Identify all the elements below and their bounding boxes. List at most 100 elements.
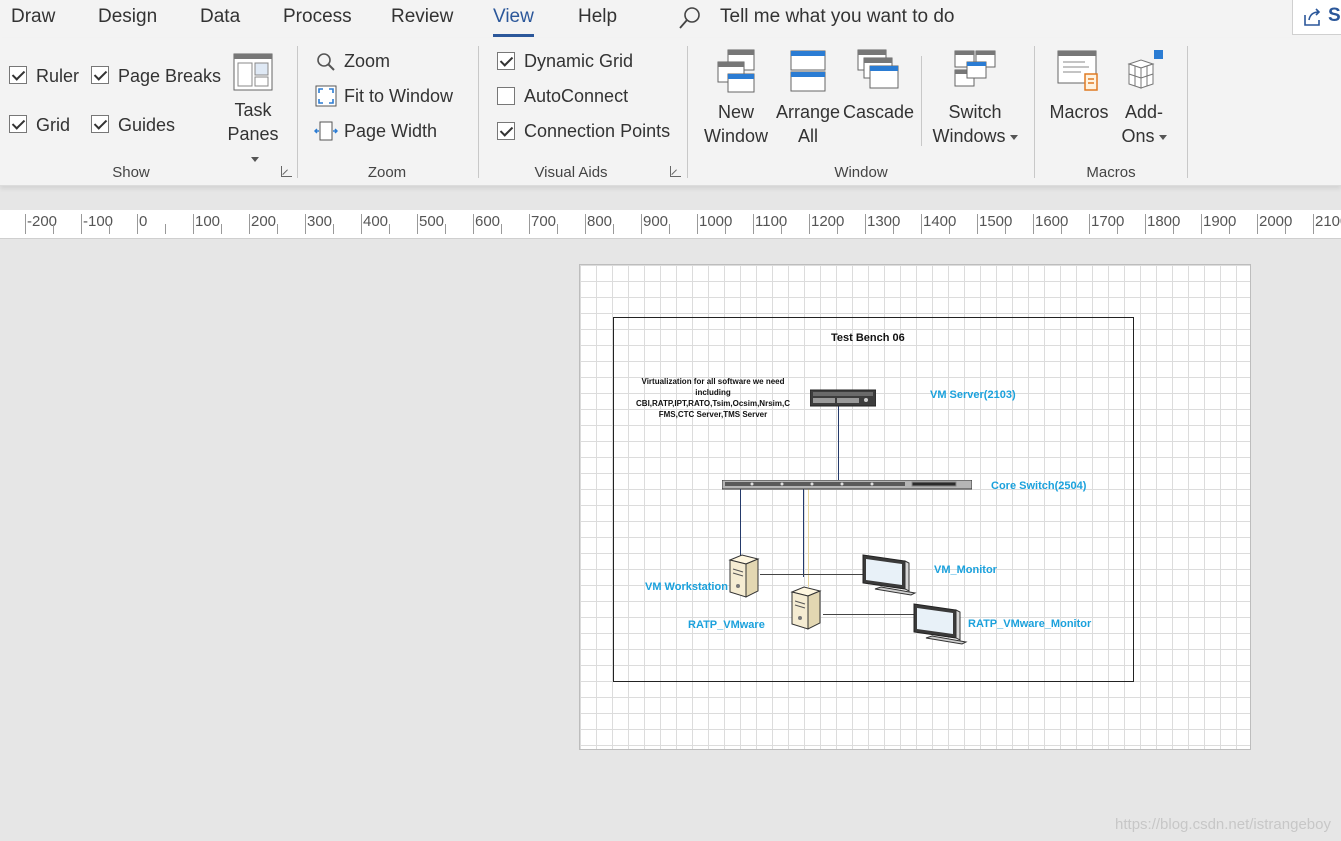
ruler-minor-tick [277, 224, 278, 234]
server-tower-icon[interactable] [788, 586, 822, 630]
page-breaks-checkbox[interactable] [91, 66, 109, 84]
diagram-title[interactable]: Test Bench 06 [831, 332, 905, 344]
diagram-description[interactable]: Virtualization for all software we need … [630, 376, 796, 420]
ruler-tick [921, 214, 922, 234]
ruler-minor-tick [221, 224, 222, 234]
vm-server-label[interactable]: VM Server(2103) [930, 389, 1016, 401]
core-switch-label[interactable]: Core Switch(2504) [991, 480, 1086, 492]
dynamic-grid-label: Dynamic Grid [524, 51, 634, 71]
arrange-all-line2: All [797, 126, 818, 146]
switch-windows-line1: Switch [948, 102, 1002, 122]
zoom-button[interactable]: Zoom [344, 51, 390, 72]
ruler-minor-tick [1285, 224, 1286, 234]
ratp-vmware-label[interactable]: RATP_VMware [688, 619, 765, 631]
ratp-vmware-monitor-label[interactable]: RATP_VMware_Monitor [968, 618, 1091, 630]
guides-checkbox[interactable] [91, 115, 109, 133]
ruler-label: 600 [475, 213, 501, 230]
switch-windows-line2-wrap: Windows [928, 124, 1022, 148]
search-icon [679, 7, 700, 29]
tab-design[interactable]: Design [98, 6, 157, 28]
tab-draw[interactable]: Draw [11, 6, 55, 28]
ruler-tick [25, 214, 26, 234]
watermark: https://blog.csdn.net/istrangeboy [1115, 816, 1331, 833]
ruler-minor-tick [1117, 224, 1118, 234]
ruler-tick [641, 214, 642, 234]
vm-workstation-label[interactable]: VM Workstation [645, 581, 728, 593]
vm-monitor-label[interactable]: VM_Monitor [934, 564, 997, 576]
dropdown-caret-icon [1009, 134, 1018, 140]
ruler-minor-tick [893, 224, 894, 234]
tab-help[interactable]: Help [578, 6, 617, 28]
rack-server-icon[interactable] [810, 389, 876, 407]
page-width-icon[interactable] [314, 121, 338, 141]
tell-me-text: Tell me what you want to do [720, 6, 955, 27]
ruler-tick [585, 214, 586, 234]
active-tab-underline [493, 34, 534, 37]
ruler-tick [137, 214, 138, 234]
new-window-icon [717, 49, 755, 93]
page-width-button[interactable]: Page Width [344, 121, 437, 142]
cascade-icon [857, 49, 899, 89]
server-switch-link [838, 403, 839, 481]
switch-windows-button[interactable]: Switch Windows [928, 48, 1022, 148]
new-window-line1: New [717, 102, 754, 122]
ruler-tick [865, 214, 866, 234]
ruler-tick [1145, 214, 1146, 234]
ruler-label: 2100 [1315, 213, 1341, 230]
ribbon: Ruler Page Breaks Grid Guides Task Panes… [0, 38, 1341, 186]
fit-to-window-icon[interactable] [315, 85, 337, 107]
tab-view[interactable]: View [493, 6, 534, 37]
zoom-icon[interactable] [316, 52, 336, 72]
autoconnect-checkbox[interactable] [497, 87, 515, 105]
dropdown-caret-icon [1158, 134, 1167, 140]
ruler-minor-tick [949, 224, 950, 234]
ruler-label: 1200 [811, 213, 845, 230]
page-breaks-label: Page Breaks [118, 66, 222, 86]
share-button[interactable]: Sh [1292, 0, 1341, 35]
group-label-show: Show [112, 164, 150, 181]
arrange-all-button[interactable]: Arrange All [773, 48, 843, 148]
ruler-minor-tick [445, 224, 446, 234]
grid-checkbox[interactable] [9, 115, 27, 133]
visual-aids-dialog-launcher-icon[interactable] [670, 166, 681, 177]
tab-data[interactable]: Data [200, 6, 240, 28]
connection-points-checkbox[interactable] [497, 122, 515, 140]
ruler-label: 1800 [1147, 213, 1181, 230]
menu-bar: Draw Design Data Process Review View Hel… [0, 0, 1341, 38]
ruler-label: 1100 [755, 213, 788, 230]
monitor-icon[interactable] [912, 602, 968, 646]
ruler-label: Ruler [36, 66, 80, 86]
macros-button[interactable]: Macros [1045, 48, 1113, 124]
show-dialog-launcher-icon[interactable] [281, 166, 292, 177]
ruler-label: 100 [195, 213, 221, 230]
ruler-tick [193, 214, 194, 234]
add-ons-button[interactable]: Add- Ons [1114, 48, 1174, 148]
ruler-minor-tick [501, 224, 502, 234]
ruler-label: 1000 [699, 213, 733, 230]
monitor-icon[interactable] [861, 553, 917, 597]
fit-to-window-button[interactable]: Fit to Window [344, 86, 453, 107]
ruler-minor-tick [1229, 224, 1230, 234]
tab-review[interactable]: Review [391, 6, 453, 28]
task-panes-button[interactable]: Task Panes [222, 52, 284, 170]
network-switch-icon[interactable] [722, 480, 972, 490]
ruler-checkbox[interactable] [9, 66, 27, 84]
tab-process[interactable]: Process [283, 6, 352, 28]
share-icon [1304, 8, 1321, 26]
dynamic-grid-checkbox[interactable] [497, 52, 515, 70]
drawing-page[interactable]: Test Bench 06 Virtualization for all sof… [579, 264, 1251, 750]
add-ons-line1: Add- [1124, 102, 1164, 122]
ruler-minor-tick [333, 224, 334, 234]
new-window-button[interactable]: New Window [700, 48, 772, 148]
description-line: including [695, 388, 731, 397]
macros-icon [1057, 50, 1098, 91]
horizontal-ruler[interactable]: -200 -100 0 100 200 300 400 500 600 700 800 900 1000… [0, 210, 1341, 239]
group-separator [687, 46, 688, 178]
switch-workstation-link [740, 487, 741, 559]
share-label: Sh [1328, 5, 1341, 26]
cascade-button[interactable]: Cascade [843, 48, 914, 124]
ruler-tick [417, 214, 418, 234]
task-panes-line2-wrap: Panes [222, 122, 284, 170]
ruler-label: 900 [643, 213, 669, 230]
workstation-tower-icon[interactable] [726, 554, 760, 598]
